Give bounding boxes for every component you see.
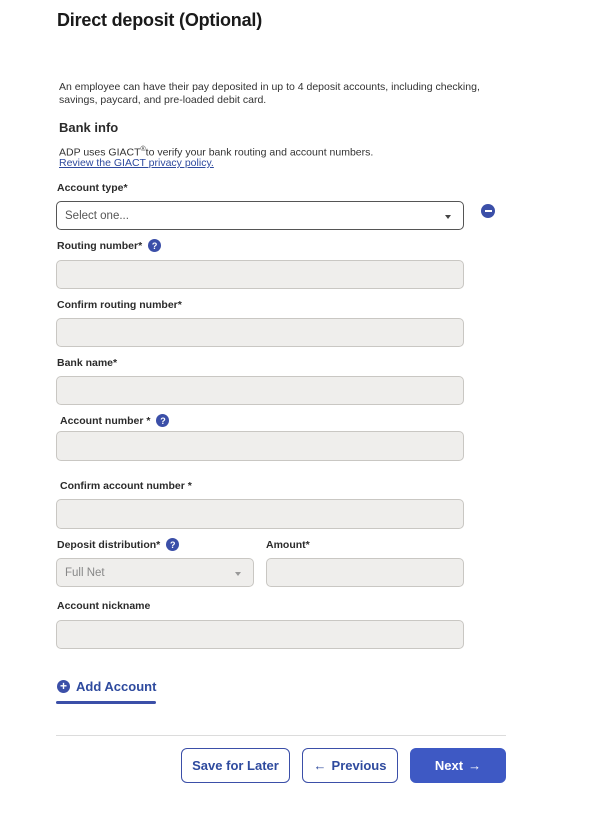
routing-number-input[interactable] bbox=[56, 260, 464, 289]
next-label: Next bbox=[434, 758, 464, 773]
giact-privacy-link[interactable]: Review the GIACT privacy policy. bbox=[59, 157, 214, 169]
amount-label-text: Amount* bbox=[266, 539, 310, 551]
account-type-label: Account type* bbox=[57, 182, 128, 194]
account-nickname-label-text: Account nickname bbox=[57, 600, 151, 612]
next-button[interactable]: Next → bbox=[410, 748, 506, 783]
help-icon[interactable]: ? bbox=[148, 239, 162, 252]
routing-number-label: Routing number* ? bbox=[57, 239, 162, 252]
previous-button[interactable]: ← Previous bbox=[302, 748, 398, 783]
arrow-left-icon: ← bbox=[313, 758, 327, 773]
remove-account-icon[interactable] bbox=[481, 204, 495, 218]
chevron-down-icon bbox=[445, 214, 451, 219]
chevron-down-icon bbox=[235, 571, 241, 576]
confirm-routing-number-label-text: Confirm routing number* bbox=[57, 299, 182, 311]
plus-circle-icon: + bbox=[57, 680, 70, 693]
footer-divider bbox=[56, 735, 506, 736]
add-account-label: Add Account bbox=[76, 679, 157, 694]
save-for-later-button[interactable]: Save for Later bbox=[181, 748, 290, 783]
help-icon[interactable]: ? bbox=[156, 414, 170, 427]
deposit-distribution-select[interactable]: Full Net bbox=[56, 558, 254, 587]
amount-input[interactable] bbox=[266, 558, 464, 587]
deposit-distribution-value: Full Net bbox=[65, 566, 105, 579]
page-title: Direct deposit (Optional) bbox=[57, 10, 263, 30]
bank-info-heading: Bank info bbox=[59, 120, 119, 135]
deposit-distribution-label: Deposit distribution* ? bbox=[57, 538, 180, 551]
account-nickname-label: Account nickname bbox=[57, 600, 150, 612]
confirm-account-number-label-text: Confirm account number * bbox=[60, 480, 192, 492]
help-icon[interactable]: ? bbox=[166, 538, 180, 551]
previous-label: Previous bbox=[331, 758, 387, 773]
bank-name-label: Bank name* bbox=[57, 357, 117, 369]
routing-number-label-text: Routing number* bbox=[57, 239, 143, 252]
bank-name-label-text: Bank name* bbox=[57, 357, 118, 369]
account-number-input[interactable] bbox=[56, 431, 464, 461]
account-type-select[interactable]: Select one... bbox=[56, 201, 464, 230]
bank-name-input[interactable] bbox=[56, 376, 464, 405]
intro-text: An employee can have their pay deposited… bbox=[59, 81, 480, 106]
confirm-account-number-label: Confirm account number * bbox=[60, 480, 192, 492]
account-type-value: Select one... bbox=[65, 209, 129, 222]
add-account-link[interactable]: + Add Account bbox=[57, 679, 156, 694]
account-nickname-input[interactable] bbox=[56, 620, 464, 649]
account-number-label: Account number * ? bbox=[60, 414, 170, 427]
deposit-distribution-label-text: Deposit distribution* bbox=[57, 538, 161, 551]
add-account-underline bbox=[56, 701, 156, 704]
account-number-label-text: Account number * bbox=[60, 414, 151, 427]
confirm-routing-number-input[interactable] bbox=[56, 318, 464, 347]
confirm-account-number-input[interactable] bbox=[56, 499, 464, 529]
confirm-routing-number-label: Confirm routing number* bbox=[57, 299, 182, 311]
account-type-label-text: Account type* bbox=[57, 182, 128, 194]
amount-label: Amount* bbox=[266, 539, 310, 551]
arrow-right-icon: → bbox=[468, 758, 482, 773]
save-for-later-label: Save for Later bbox=[192, 758, 279, 773]
